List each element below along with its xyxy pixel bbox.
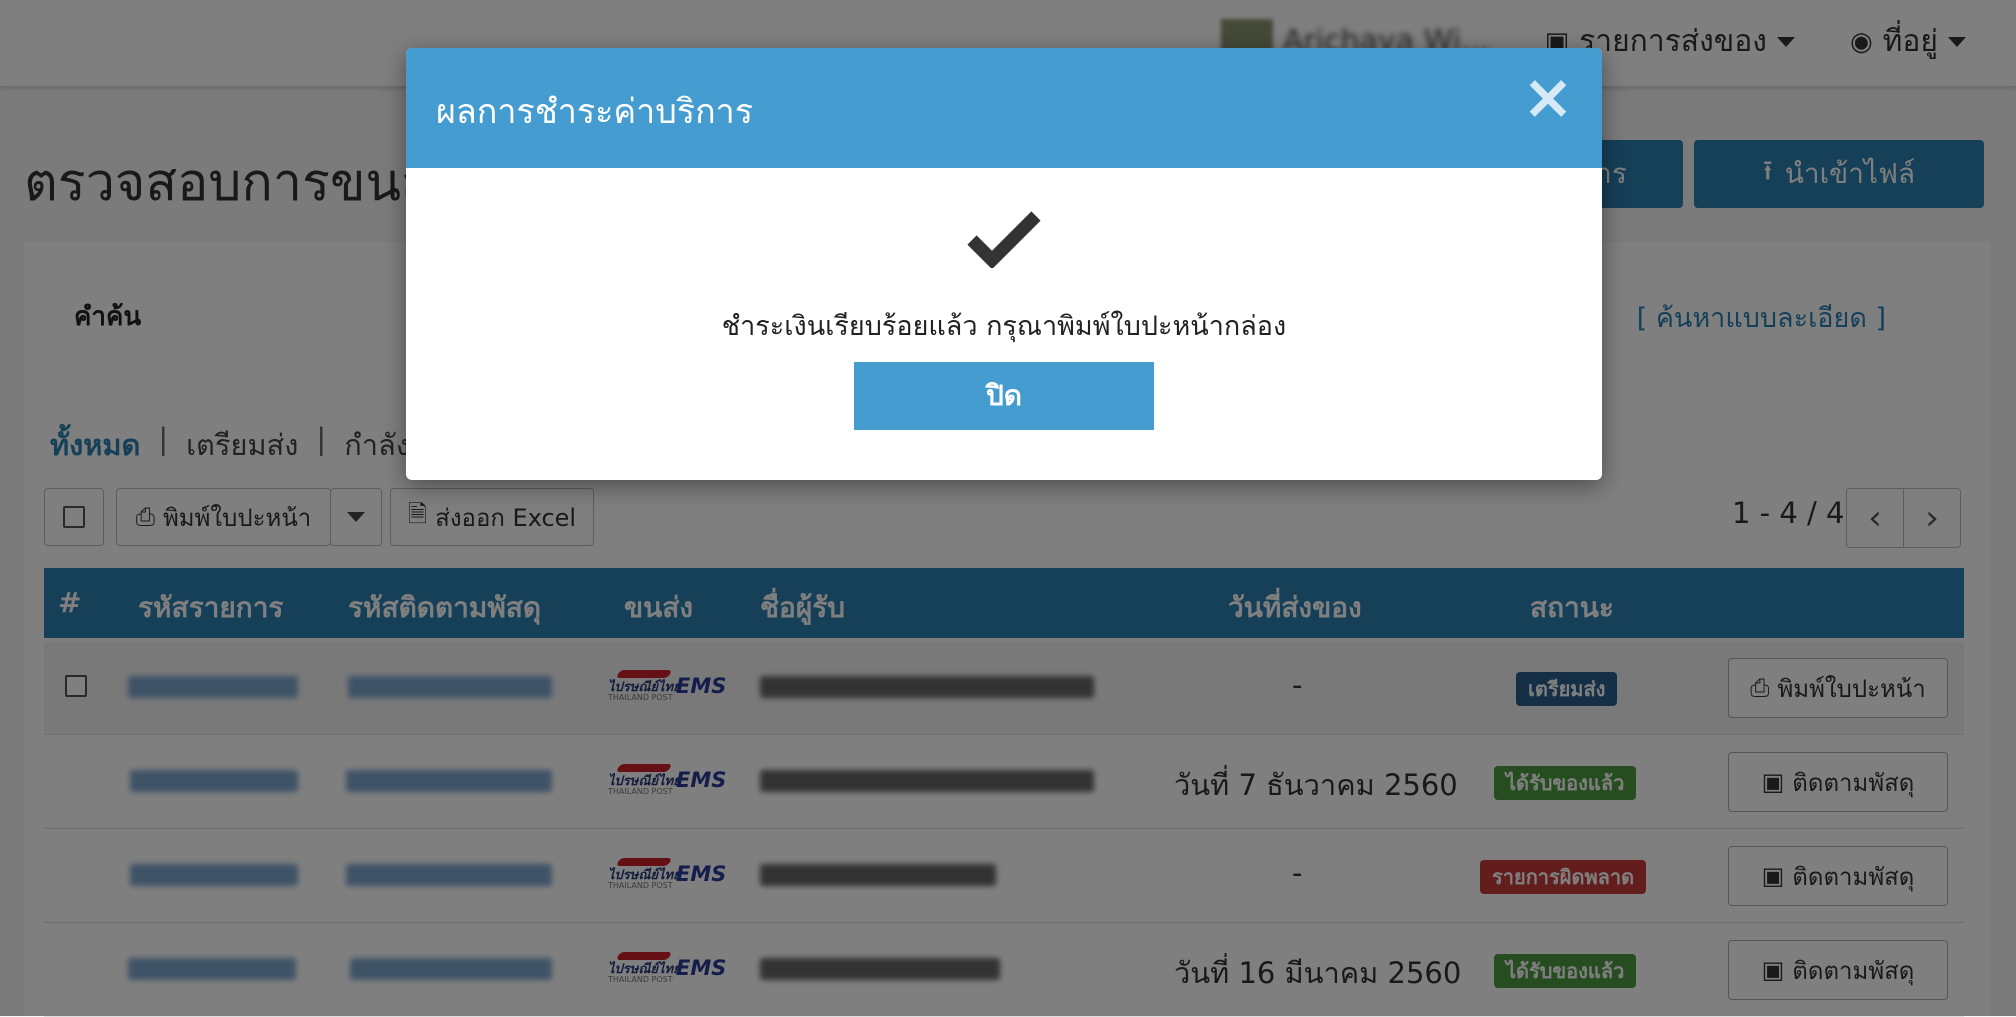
modal-title: ผลการชำระค่าบริการ (436, 92, 754, 132)
close-button[interactable]: ปิด (854, 362, 1154, 430)
checkmark-icon (406, 208, 1602, 268)
payment-result-modal: ผลการชำระค่าบริการ × ชำระเงินเรียบร้อยแล… (406, 48, 1602, 480)
modal-message: ชำระเงินเรียบร้อยแล้ว กรุณาพิมพ์ใบปะหน้า… (721, 311, 1287, 342)
close-icon[interactable]: × (1522, 66, 1574, 128)
modal-header: ผลการชำระค่าบริการ × (406, 48, 1602, 168)
